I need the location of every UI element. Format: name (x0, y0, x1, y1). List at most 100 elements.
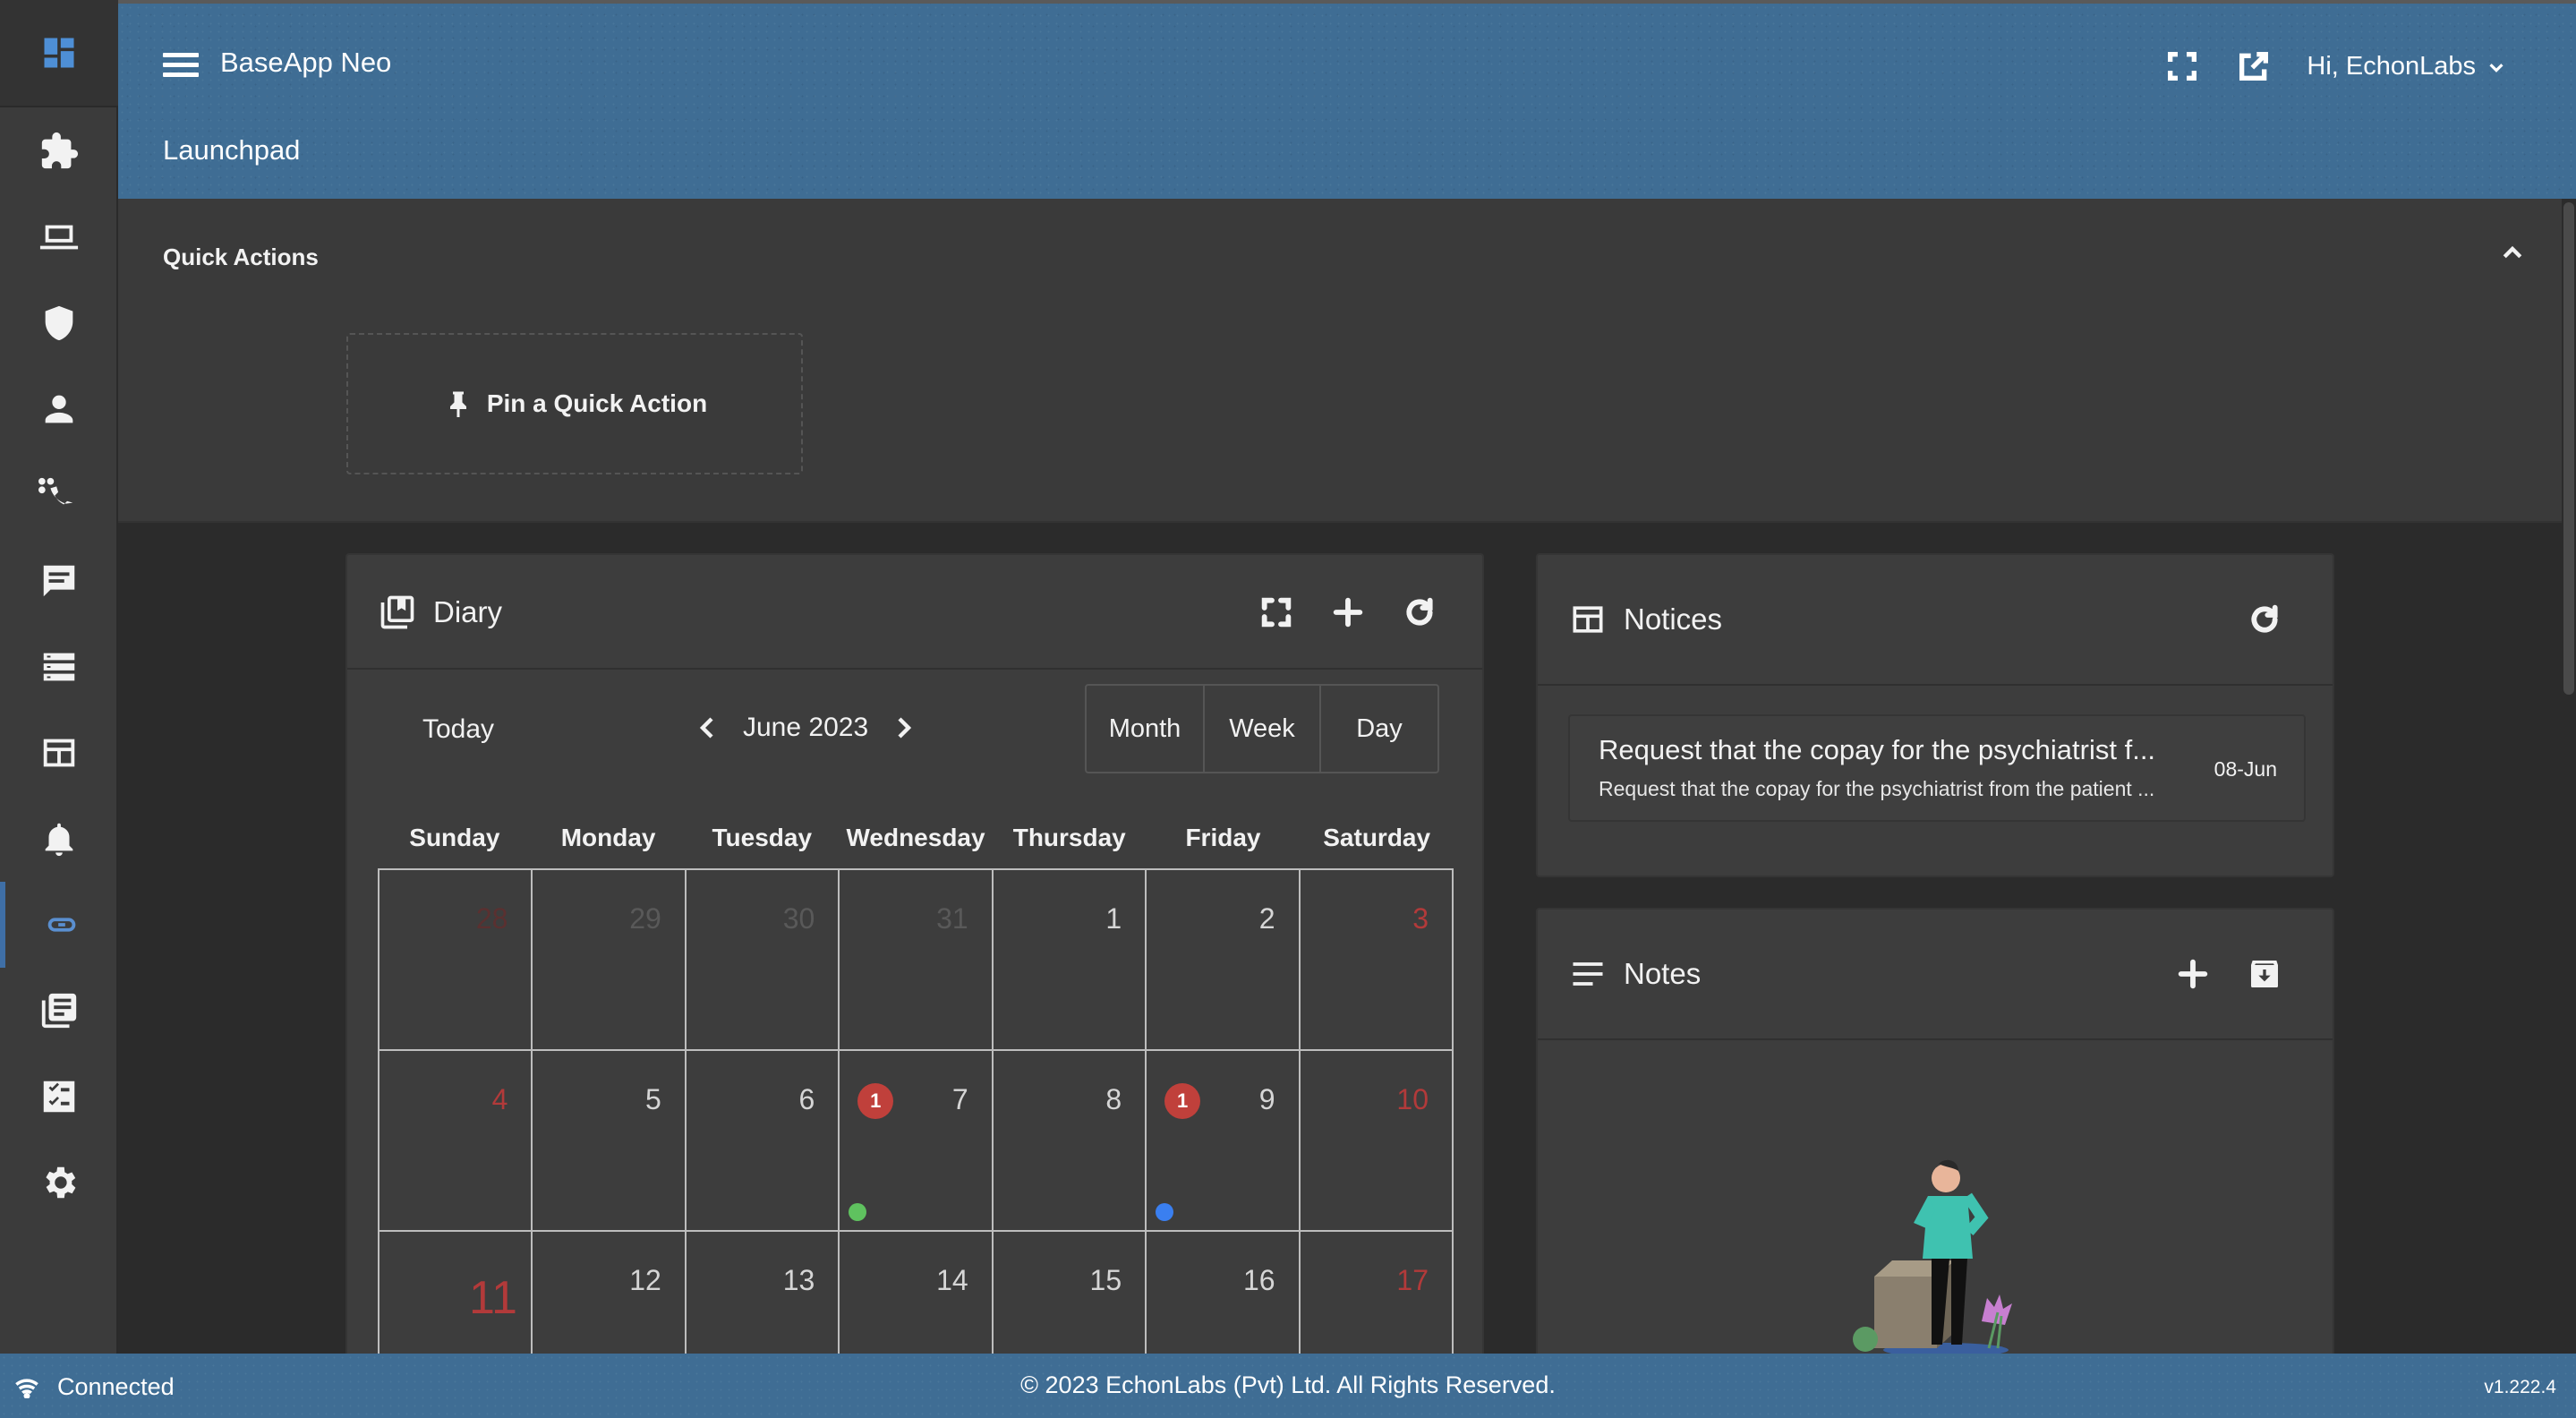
diary-title-text: Diary (433, 595, 503, 628)
calendar-day-cell[interactable]: 17 (1300, 1232, 1454, 1366)
sidebar-item-link[interactable] (0, 882, 118, 968)
calendar-day-cell[interactable]: 12 (533, 1232, 687, 1366)
calendar-day-cell[interactable]: 10 (1300, 1051, 1454, 1232)
weekday-label: Friday (1185, 824, 1261, 851)
pin-quick-action-label: Pin a Quick Action (486, 389, 708, 417)
pin-quick-action-button[interactable]: Pin a Quick Action (346, 333, 803, 474)
notice-item[interactable]: Request that the copay for the psychiatr… (1568, 714, 2306, 822)
day-number: 29 (629, 902, 661, 935)
sidebar-item-list[interactable] (0, 624, 118, 710)
day-number: 3 (1412, 902, 1429, 935)
day-number: 28 (475, 902, 508, 935)
day-number: 31 (936, 902, 968, 935)
event-dot[interactable] (849, 1203, 867, 1221)
notice-date: 08-Jun (2213, 757, 2277, 781)
weekday-label: Thursday (1012, 824, 1126, 851)
day-number: 5 (645, 1083, 661, 1115)
weekday-label: Saturday (1323, 824, 1431, 851)
menu-icon[interactable] (163, 48, 199, 84)
calendar-day-cell[interactable]: 29 (533, 870, 687, 1051)
calendar-day-cell[interactable]: 14 (840, 1232, 994, 1366)
calendar-day-cell[interactable]: 31 (840, 870, 994, 1051)
calendar-day-cell[interactable]: 2 (1147, 870, 1301, 1051)
fullscreen-icon[interactable] (1258, 594, 1294, 630)
table-icon (43, 739, 75, 767)
weekday-label: Sunday (409, 824, 500, 851)
day-number: 10 (1396, 1083, 1429, 1115)
calendar-day-cell[interactable]: 6 (686, 1051, 840, 1232)
sidebar-item-shield[interactable] (0, 280, 118, 366)
sidebar-item-library[interactable] (0, 968, 118, 1054)
day-number: 16 (1242, 1264, 1275, 1296)
calendar-day-cell[interactable]: 1 (993, 870, 1147, 1051)
diary-title: Diary (378, 593, 502, 632)
sidebar-item-chat[interactable] (0, 538, 118, 624)
add-icon[interactable] (1330, 594, 1366, 630)
copyright-text: © 2023 EchonLabs (Pvt) Ltd. All Rights R… (1020, 1371, 1556, 1398)
calendar-day-cell[interactable]: 71 (840, 1051, 994, 1232)
sidebar-item-dial[interactable] (0, 452, 118, 538)
notice-subtitle: Request that the copay for the psychiatr… (1599, 777, 2155, 800)
calendar-day-cell[interactable]: 4 (380, 1051, 533, 1232)
view-day-button[interactable]: Day (1321, 686, 1437, 772)
sidebar-item-table[interactable] (0, 710, 118, 796)
fullscreen-icon[interactable] (2164, 48, 2200, 84)
day-number: 4 (491, 1083, 508, 1115)
library-icon (380, 595, 414, 629)
open-external-icon[interactable] (2236, 48, 2272, 84)
quick-actions-panel: Quick Actions Pin a Quick Action (118, 199, 2562, 523)
day-number: 17 (1396, 1264, 1429, 1296)
day-number: 6 (798, 1083, 815, 1115)
calendar-day-cell[interactable]: 28 (380, 870, 533, 1051)
scrollbar-thumb[interactable] (2563, 202, 2574, 695)
sidebar-item-checklist[interactable] (0, 1054, 118, 1140)
today-button[interactable]: Today (422, 714, 494, 745)
view-month-button[interactable]: Month (1087, 686, 1205, 772)
event-dot[interactable] (1156, 1203, 1174, 1221)
event-count-badge[interactable]: 1 (1164, 1083, 1201, 1119)
notice-title: Request that the copay for the psychiatr… (1599, 734, 2156, 765)
app-title: BaseApp Neo (220, 47, 392, 78)
calendar-day-cell[interactable]: 16 (1147, 1232, 1301, 1366)
day-number: 12 (629, 1264, 661, 1296)
chevron-right-icon[interactable] (893, 714, 915, 741)
gear-icon (46, 1166, 76, 1199)
refresh-icon[interactable] (2247, 602, 2282, 637)
sidebar-item-bell[interactable] (0, 796, 118, 882)
weekday-label: Monday (560, 824, 656, 851)
user-menu[interactable]: Hi, EchonLabs (2307, 52, 2506, 81)
diary-header: Diary (347, 555, 1482, 670)
version-text: v1.222.4 (2484, 1377, 2556, 1397)
calendar-day-cell[interactable]: 91 (1147, 1051, 1301, 1232)
sidebar-item-extensions[interactable] (0, 108, 118, 194)
sidebar-item-person[interactable] (0, 366, 118, 452)
app-header: BaseApp Neo Launchpad Hi, EchonLabs (118, 0, 2576, 199)
day-number: 7 (951, 1083, 968, 1115)
calendar-day-cell[interactable]: 11 (380, 1232, 533, 1366)
sidebar-item-gear[interactable] (0, 1140, 118, 1226)
event-count-badge[interactable]: 1 (857, 1083, 894, 1119)
shield-icon (45, 305, 73, 341)
sidebar-item-laptop[interactable] (0, 194, 118, 280)
calendar-day-cell[interactable]: 13 (686, 1232, 840, 1366)
table-icon (1573, 606, 1603, 633)
dashboard-icon[interactable] (0, 0, 118, 107)
extensions-icon (41, 132, 79, 169)
calendar-day-cell[interactable]: 5 (533, 1051, 687, 1232)
calendar-day-cell[interactable]: 15 (993, 1232, 1147, 1366)
weekday-label: Tuesday (712, 824, 813, 851)
calendar-day-cell[interactable]: 3 (1300, 870, 1454, 1051)
chevron-left-icon[interactable] (696, 714, 718, 741)
add-note-icon[interactable] (2175, 956, 2211, 992)
chat-icon (43, 565, 75, 597)
refresh-icon[interactable] (1402, 594, 1437, 630)
view-week-button[interactable]: Week (1205, 686, 1321, 772)
chevron-down-icon (2489, 63, 2503, 73)
chevron-up-icon[interactable] (2499, 240, 2526, 267)
calendar-day-cell[interactable]: 30 (686, 870, 840, 1051)
view-switcher: Month Week Day (1085, 684, 1439, 773)
archive-icon[interactable] (2247, 956, 2282, 992)
notes-icon (1573, 962, 1603, 986)
sidebar (0, 0, 118, 1354)
calendar-day-cell[interactable]: 8 (993, 1051, 1147, 1232)
